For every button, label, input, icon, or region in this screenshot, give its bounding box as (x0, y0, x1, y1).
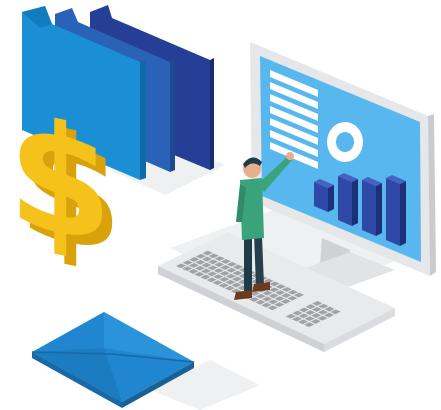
illustration: $ $ (8, 5, 436, 410)
donut-chart-icon (327, 122, 363, 162)
svg-text:$: $ (8, 82, 112, 279)
dollar-sign-icon: $ $ (8, 82, 122, 289)
chart-bar (314, 179, 334, 212)
chart-bar (386, 175, 406, 246)
chart-bar (338, 173, 358, 226)
chart-bar (362, 177, 382, 236)
